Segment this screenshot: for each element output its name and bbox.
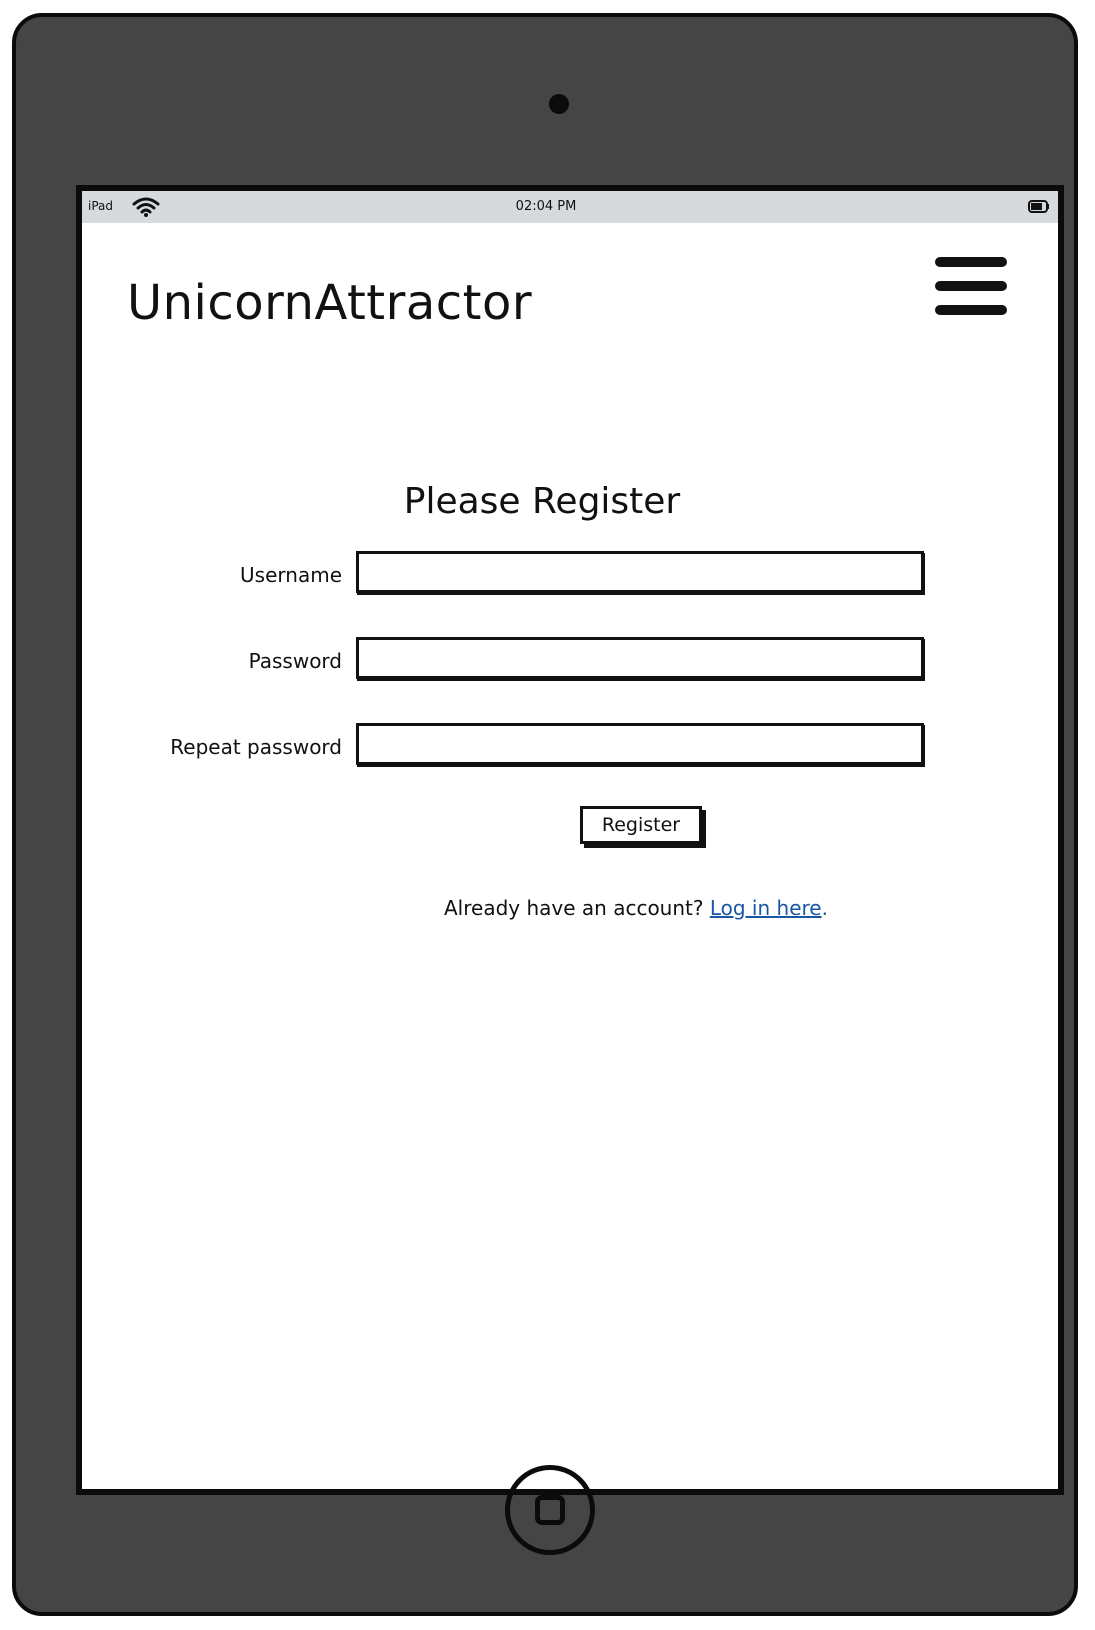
repeat-password-row: Repeat password — [82, 723, 970, 769]
username-input[interactable] — [356, 551, 924, 593]
status-time: 02:04 PM — [515, 199, 577, 214]
repeat-password-label: Repeat password — [170, 735, 342, 759]
password-row: Password — [82, 637, 970, 683]
camera-icon — [549, 94, 569, 114]
login-link[interactable]: Log in here — [710, 896, 822, 920]
hamburger-menu-icon[interactable] — [935, 257, 1011, 321]
username-label: Username — [240, 563, 342, 587]
login-prompt-text: Already have an account? — [444, 896, 704, 920]
home-button[interactable] — [505, 1465, 595, 1555]
menu-bar — [935, 281, 1007, 291]
username-row: Username — [82, 551, 970, 597]
tablet-frame: iPad 02:04 PM UnicornAttractor Please Re… — [12, 13, 1078, 1616]
login-link-period: . — [821, 896, 828, 920]
repeat-password-input[interactable] — [356, 723, 924, 765]
menu-bar — [935, 257, 1007, 267]
menu-bar — [935, 305, 1007, 315]
password-label: Password — [248, 649, 342, 673]
status-bar: iPad 02:04 PM — [82, 191, 1058, 223]
battery-icon — [1028, 200, 1049, 213]
home-square-icon — [535, 1495, 565, 1525]
register-button[interactable]: Register — [580, 806, 702, 844]
form-title: Please Register — [403, 481, 681, 522]
screen: iPad 02:04 PM UnicornAttractor Please Re… — [76, 185, 1064, 1495]
app-title: UnicornAttractor — [127, 275, 533, 331]
password-input[interactable] — [356, 637, 924, 679]
login-prompt-line: Already have an account? Log in here. — [444, 896, 828, 920]
